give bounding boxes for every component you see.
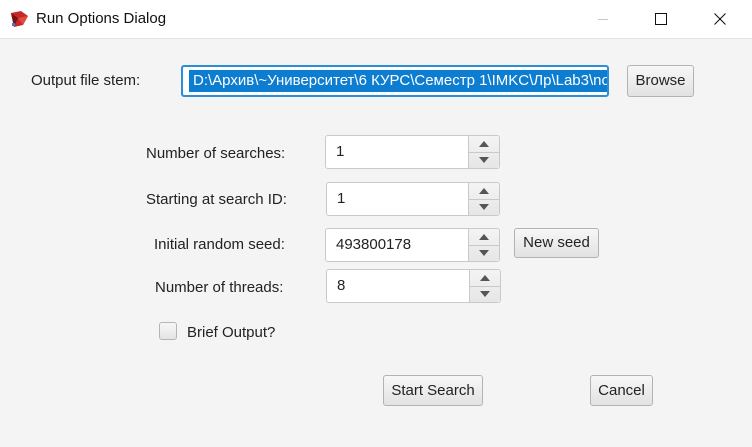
decrement-button[interactable] [469,152,499,168]
spinner-buttons [469,270,500,302]
number-of-threads-label: Number of threads: [155,279,284,296]
chevron-up-icon [479,141,489,147]
random-seed-value: 493800178 [336,236,412,253]
maximize-icon [655,13,667,25]
chevron-down-icon [479,157,489,163]
number-of-searches-label: Number of searches: [146,145,286,162]
browse-button[interactable]: Browse [627,65,694,97]
increment-button[interactable] [469,136,499,153]
spinner-buttons [468,229,499,261]
app-logo-icon [11,11,28,27]
increment-button[interactable] [469,183,499,200]
random-seed-label: Initial random seed: [154,236,285,253]
decrement-button[interactable] [470,286,500,302]
number-of-threads-value: 8 [337,277,346,294]
spinner-buttons [468,136,499,168]
starting-search-id-spinner[interactable]: 1 [326,182,500,216]
spinner-buttons [468,183,499,215]
increment-button[interactable] [470,270,500,287]
number-of-searches-spinner[interactable]: 1 [325,135,500,169]
window-title: Run Options Dialog [36,10,167,27]
new-seed-button[interactable]: New seed [514,228,599,258]
random-seed-spinner[interactable]: 493800178 [325,228,500,262]
starting-search-id-label: Starting at search ID: [146,191,287,208]
chevron-down-icon [479,250,489,256]
decrement-button[interactable] [469,245,499,261]
starting-search-id-value: 1 [337,190,346,207]
cancel-button[interactable]: Cancel [590,375,653,406]
close-icon [714,13,726,25]
chevron-up-icon [479,234,489,240]
increment-button[interactable] [469,229,499,246]
number-of-threads-spinner[interactable]: 8 [326,269,501,303]
output-file-stem-input[interactable]: D:\Архив\~Университет\6 КУРС\Семестр 1\I… [181,65,609,97]
maximize-button[interactable] [638,0,684,38]
chevron-up-icon [480,275,490,281]
chevron-down-icon [479,204,489,210]
number-of-searches-value: 1 [336,143,345,160]
start-search-button[interactable]: Start Search [383,375,483,406]
chevron-down-icon [480,291,490,297]
decrement-button[interactable] [469,199,499,215]
chevron-up-icon [479,188,489,194]
brief-output-checkbox[interactable] [159,322,177,340]
minimize-icon [598,19,608,20]
output-file-stem-label: Output file stem: [31,72,141,89]
brief-output-label[interactable]: Brief Output? [187,324,275,341]
output-file-stem-value: D:\Архив\~Университет\6 КУРС\Семестр 1\I… [189,70,607,92]
close-button[interactable] [697,0,743,38]
minimize-button[interactable] [580,0,626,38]
title-bar: Run Options Dialog [0,0,752,39]
